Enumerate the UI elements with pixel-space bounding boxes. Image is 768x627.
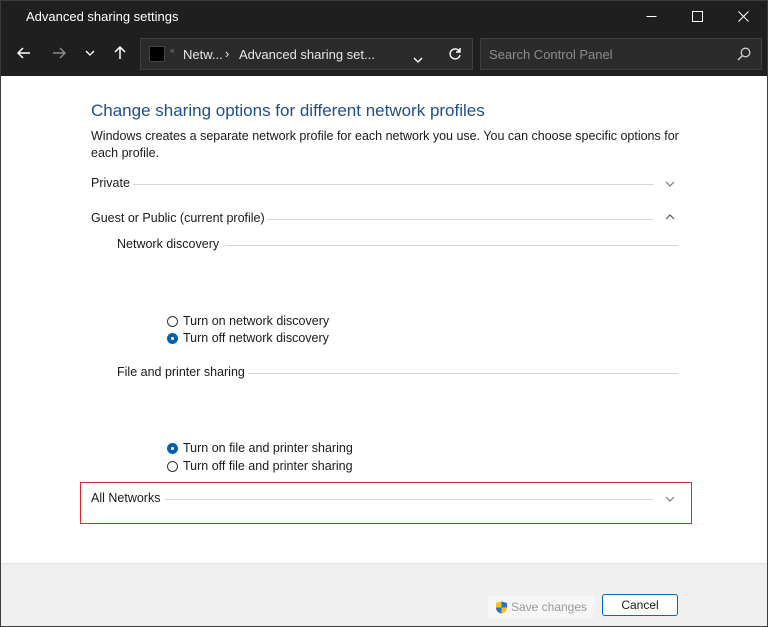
radio-label: Turn on network discovery <box>183 314 330 328</box>
arrow-left-icon <box>17 47 30 59</box>
radio-file-sharing-on[interactable]: Turn on file and printer sharing <box>167 439 353 457</box>
maximize-button[interactable] <box>674 1 720 32</box>
minimize-button[interactable] <box>628 1 674 32</box>
arrow-right-icon <box>53 47 66 59</box>
title-bar: Advanced sharing settings <box>1 1 767 32</box>
profile-private-label: Private <box>91 176 130 190</box>
profile-all-networks-label: All Networks <box>91 491 161 505</box>
divider <box>267 219 653 220</box>
network-discovery-title: Network discovery <box>117 237 220 251</box>
address-bar[interactable]: « Netw... › Advanced sharing set... <box>140 38 473 70</box>
chevron-down-icon <box>85 50 95 56</box>
divider <box>248 373 678 374</box>
profile-guest-public-label: Guest or Public (current profile) <box>91 211 265 225</box>
address-dropdown-button[interactable] <box>413 50 423 68</box>
radio-label: Turn off network discovery <box>183 331 329 345</box>
page-title: Change sharing options for different net… <box>91 101 485 120</box>
close-icon <box>737 11 749 22</box>
up-button[interactable] <box>105 38 135 68</box>
file-printer-sharing-section: File and printer sharing <box>117 365 679 385</box>
refresh-icon <box>449 48 461 60</box>
search-icon <box>737 47 751 61</box>
refresh-button[interactable] <box>448 47 462 66</box>
maximize-icon <box>691 11 703 22</box>
radio-button[interactable] <box>167 460 178 472</box>
radio-label: Turn on file and printer sharing <box>183 441 353 455</box>
radio-network-discovery-on[interactable]: Turn on network discovery <box>167 312 329 330</box>
radio-label: Turn off file and printer sharing <box>183 459 353 473</box>
radio-network-discovery-off[interactable]: Turn off network discovery <box>167 329 329 347</box>
search-button[interactable] <box>737 47 751 66</box>
radio-button-selected[interactable] <box>167 442 178 454</box>
cancel-label: Cancel <box>621 598 659 612</box>
breadcrumb-separator-icon[interactable]: › <box>225 46 229 61</box>
search-box[interactable]: Search Control Panel <box>480 38 762 70</box>
sharing-settings-window: Advanced sharing settings « Netw... › Ad… <box>0 0 768 627</box>
navigation-bar: « Netw... › Advanced sharing set... Sear… <box>1 32 767 76</box>
back-button[interactable] <box>9 38 39 68</box>
chevron-up-icon <box>665 214 675 220</box>
profile-guest-public-header[interactable]: Guest or Public (current profile) <box>91 211 681 231</box>
chevron-down-icon <box>665 181 675 187</box>
search-input[interactable]: Search Control Panel <box>489 47 613 62</box>
divider <box>133 184 653 185</box>
chevron-down-icon <box>665 496 675 502</box>
main-content: Change sharing options for different net… <box>1 76 767 563</box>
breadcrumb-overflow-icon[interactable]: « <box>170 46 174 55</box>
profile-private-header[interactable]: Private <box>91 176 681 196</box>
arrow-up-icon <box>114 46 126 59</box>
close-button[interactable] <box>720 1 766 32</box>
cancel-button[interactable]: Cancel <box>602 594 678 616</box>
page-description: Windows creates a separate network profi… <box>91 129 679 160</box>
breadcrumb-advanced-sharing[interactable]: Advanced sharing set... <box>239 47 375 62</box>
save-changes-button[interactable]: Save changes <box>488 596 594 618</box>
radio-button-selected[interactable] <box>167 332 178 344</box>
radio-file-sharing-off[interactable]: Turn off file and printer sharing <box>167 457 353 475</box>
divider <box>225 245 678 246</box>
profile-all-networks-header[interactable]: All Networks <box>91 491 681 511</box>
minimize-icon <box>646 16 656 17</box>
uac-shield-icon <box>495 601 507 613</box>
forward-button[interactable] <box>44 38 74 68</box>
footer-bar: Save changes Cancel <box>1 563 767 626</box>
breadcrumb-network[interactable]: Netw... <box>183 47 223 62</box>
network-discovery-section: Network discovery <box>117 237 679 257</box>
control-panel-icon <box>149 46 165 62</box>
save-changes-label: Save changes <box>510 600 588 614</box>
window-title: Advanced sharing settings <box>26 9 179 24</box>
chevron-down-icon <box>413 57 423 63</box>
recent-locations-button[interactable] <box>75 38 105 68</box>
file-printer-sharing-title: File and printer sharing <box>117 365 245 379</box>
divider <box>165 499 653 500</box>
radio-button[interactable] <box>167 315 178 327</box>
